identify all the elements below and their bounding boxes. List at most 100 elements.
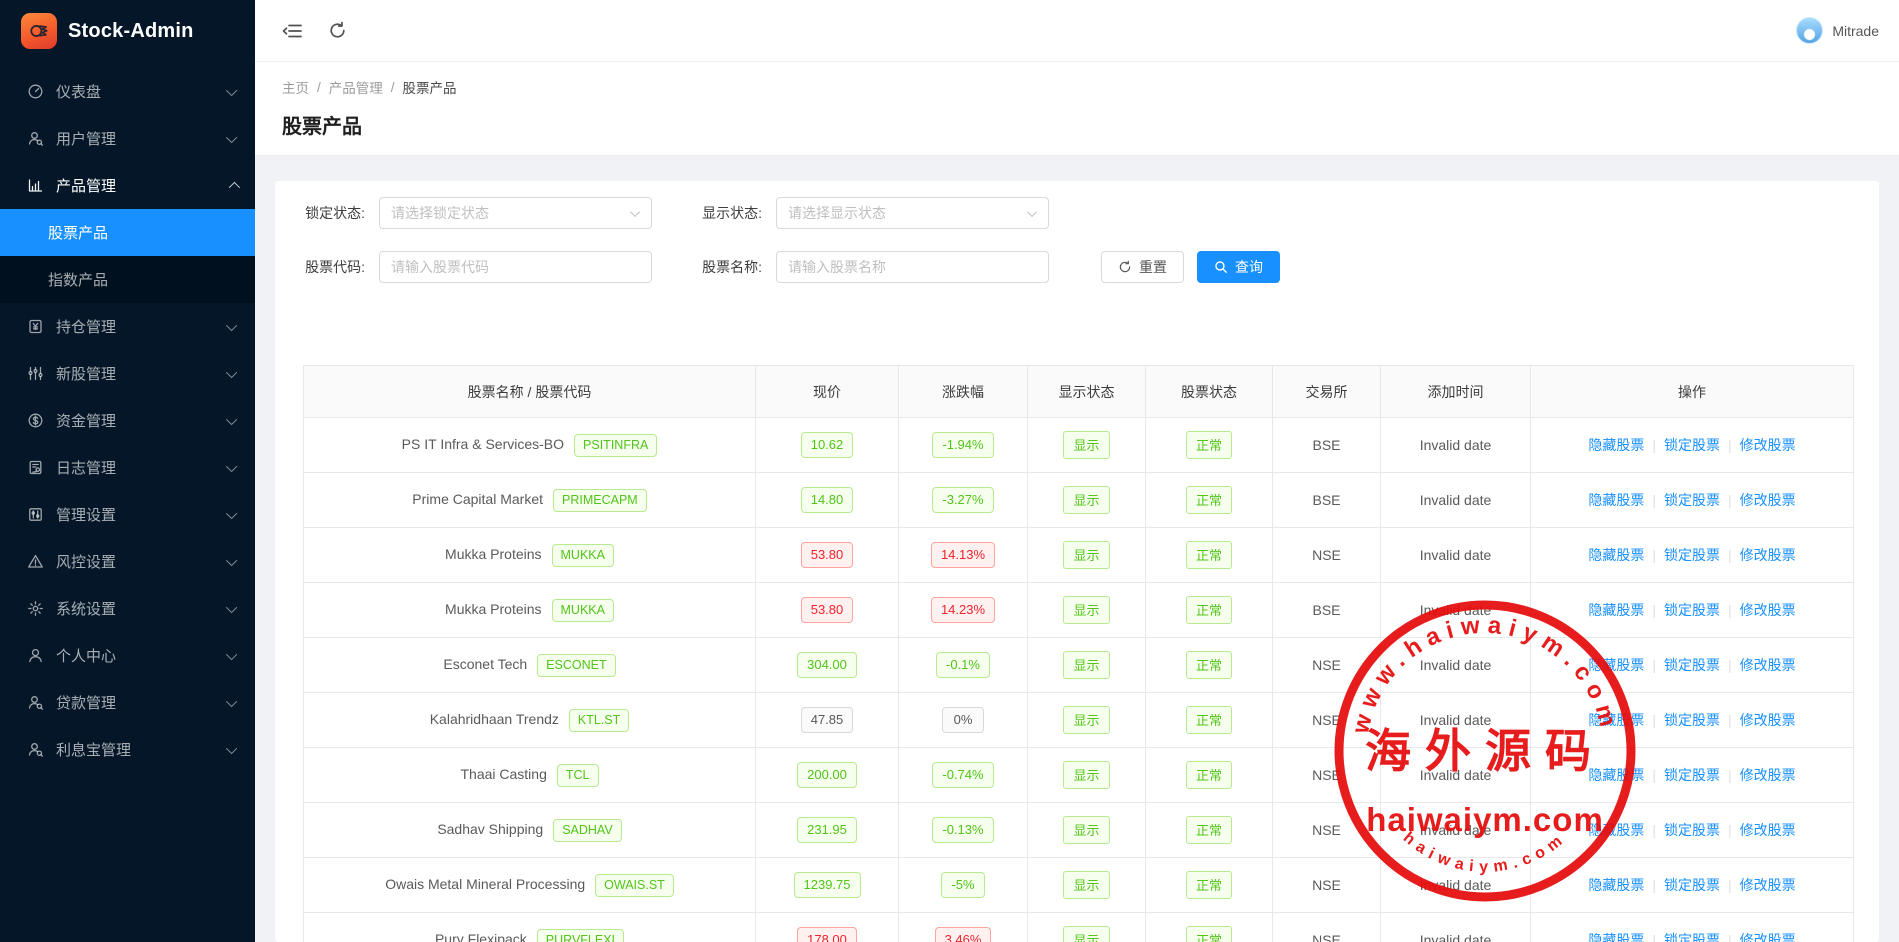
change-pill: -0.74% [932,762,993,788]
warning-triangle-icon [27,553,44,570]
change-pill: -0.1% [936,652,990,678]
edit-stock-link[interactable]: 修改股票 [1740,822,1796,838]
table-row: Pury FlexipackPURVFLEXI 178.00 3.46% 显示 … [304,913,1854,942]
sidebar-item-positions[interactable]: 持仓管理 [0,303,255,350]
user-menu[interactable]: Mitrade [1796,17,1879,44]
hide-stock-link[interactable]: 隐藏股票 [1588,822,1644,838]
price-pill: 200.00 [797,762,857,788]
exchange-value: NSE [1312,822,1341,838]
hide-stock-link[interactable]: 隐藏股票 [1588,767,1644,783]
change-pill: 14.23% [931,597,995,623]
stock-name-input[interactable] [788,259,1037,275]
lock-stock-link[interactable]: 锁定股票 [1664,437,1720,453]
show-status-tag: 显示 [1063,541,1109,569]
avatar [1796,17,1823,44]
search-icon [1214,260,1228,274]
exchange-value: BSE [1312,602,1340,618]
hide-stock-link[interactable]: 隐藏股票 [1588,437,1644,453]
edit-stock-link[interactable]: 修改股票 [1740,657,1796,673]
refresh-icon[interactable] [328,21,348,41]
hide-stock-link[interactable]: 隐藏股票 [1588,877,1644,893]
edit-stock-link[interactable]: 修改股票 [1740,712,1796,728]
user-search-icon [27,130,44,147]
table-row: Mukka ProteinsMUKKA 53.80 14.23% 显示 正常 B… [304,583,1854,638]
sidebar-item-products[interactable]: 产品管理 [0,162,255,209]
reset-button[interactable]: 重置 [1101,251,1184,283]
stock-name: Pury Flexipack [435,931,527,942]
edit-stock-link[interactable]: 修改股票 [1740,602,1796,618]
col-header-change: 涨跌幅 [899,366,1028,418]
price-pill: 14.80 [801,487,854,513]
edit-stock-link[interactable]: 修改股票 [1740,437,1796,453]
added-time-value: Invalid date [1420,822,1492,838]
added-time-value: Invalid date [1420,712,1492,728]
stock-name-label: 股票名称: [700,257,762,277]
lock-stock-link[interactable]: 锁定股票 [1664,657,1720,673]
breadcrumb-home[interactable]: 主页 [282,77,309,97]
added-time-value: Invalid date [1420,767,1492,783]
hide-stock-link[interactable]: 隐藏股票 [1588,712,1644,728]
search-button[interactable]: 查询 [1197,251,1280,283]
hide-stock-link[interactable]: 隐藏股票 [1588,657,1644,673]
sidebar-item-funds[interactable]: 资金管理 [0,397,255,444]
sidebar-item-users[interactable]: 用户管理 [0,115,255,162]
menu-fold-icon[interactable] [282,21,302,41]
sidebar-item-index-products[interactable]: 指数产品 [0,256,255,303]
stock-status-tag: 正常 [1186,596,1232,624]
lock-status-select[interactable]: 请选择锁定状态 [379,197,652,229]
hide-stock-link[interactable]: 隐藏股票 [1588,932,1644,942]
stock-name: Thaai Casting [460,766,546,782]
stock-code-tag: KTL.ST [569,709,629,732]
show-status-select[interactable]: 请选择显示状态 [776,197,1049,229]
edit-stock-link[interactable]: 修改股票 [1740,767,1796,783]
lock-stock-link[interactable]: 锁定股票 [1664,767,1720,783]
edit-stock-link[interactable]: 修改股票 [1740,877,1796,893]
table-row: Esconet TechESCONET 304.00 -0.1% 显示 正常 N… [304,638,1854,693]
stock-code-input[interactable] [391,259,640,275]
price-pill: 10.62 [801,432,854,458]
sidebar-item-new-stocks[interactable]: 新股管理 [0,350,255,397]
lock-stock-link[interactable]: 锁定股票 [1664,547,1720,563]
edit-stock-link[interactable]: 修改股票 [1740,932,1796,942]
table-row: Prime Capital MarketPRIMECAPM 14.80 -3.2… [304,473,1854,528]
lock-stock-link[interactable]: 锁定股票 [1664,602,1720,618]
sidebar-item-admin-settings[interactable]: 管理设置 [0,491,255,538]
sidebar-item-stock-products[interactable]: 股票产品 [0,209,255,256]
stock-code-tag: PURVFLEXI [537,929,624,942]
price-pill: 231.95 [797,817,857,843]
breadcrumb-products[interactable]: 产品管理 [329,77,383,97]
hide-stock-link[interactable]: 隐藏股票 [1588,602,1644,618]
hide-stock-link[interactable]: 隐藏股票 [1588,492,1644,508]
stock-status-tag: 正常 [1186,816,1232,844]
stock-status-tag: 正常 [1186,926,1232,942]
page-header: 主页 / 产品管理 / 股票产品 股票产品 [255,62,1899,156]
logo[interactable]: Stock-Admin [0,0,255,62]
sidebar-item-risk-settings[interactable]: 风控设置 [0,538,255,585]
sidebar-item-system-settings[interactable]: 系统设置 [0,585,255,632]
breadcrumb-current: 股票产品 [403,77,457,97]
exchange-value: NSE [1312,767,1341,783]
show-status-tag: 显示 [1063,871,1109,899]
sidebar-item-profile[interactable]: 个人中心 [0,632,255,679]
lock-stock-link[interactable]: 锁定股票 [1664,712,1720,728]
hide-stock-link[interactable]: 隐藏股票 [1588,547,1644,563]
app-root: Stock-Admin 仪表盘 用户管理 产品管理 股票产品 指数产品 持仓管理 [0,0,1899,942]
edit-stock-link[interactable]: 修改股票 [1740,547,1796,563]
lock-stock-link[interactable]: 锁定股票 [1664,877,1720,893]
sidebar-item-loans[interactable]: 贷款管理 [0,679,255,726]
lock-stock-link[interactable]: 锁定股票 [1664,492,1720,508]
sidebar-item-logs[interactable]: 日志管理 [0,444,255,491]
dashboard-icon [27,83,44,100]
stock-name: Mukka Proteins [445,546,541,562]
change-pill: -3.27% [932,487,993,513]
edit-stock-link[interactable]: 修改股票 [1740,492,1796,508]
lock-stock-link[interactable]: 锁定股票 [1664,932,1720,942]
table-row: PS IT Infra & Services-BOPSITINFRA 10.62… [304,418,1854,473]
sidebar-item-interest[interactable]: 利息宝管理 [0,726,255,773]
username: Mitrade [1832,23,1879,39]
lock-stock-link[interactable]: 锁定股票 [1664,822,1720,838]
dollar-circle-icon [27,412,44,429]
stock-name-field [776,251,1049,283]
sidebar-item-dashboard[interactable]: 仪表盘 [0,68,255,115]
content: 锁定状态: 请选择锁定状态 显示状态: 请选择显示状态 股票代码: [255,156,1899,942]
